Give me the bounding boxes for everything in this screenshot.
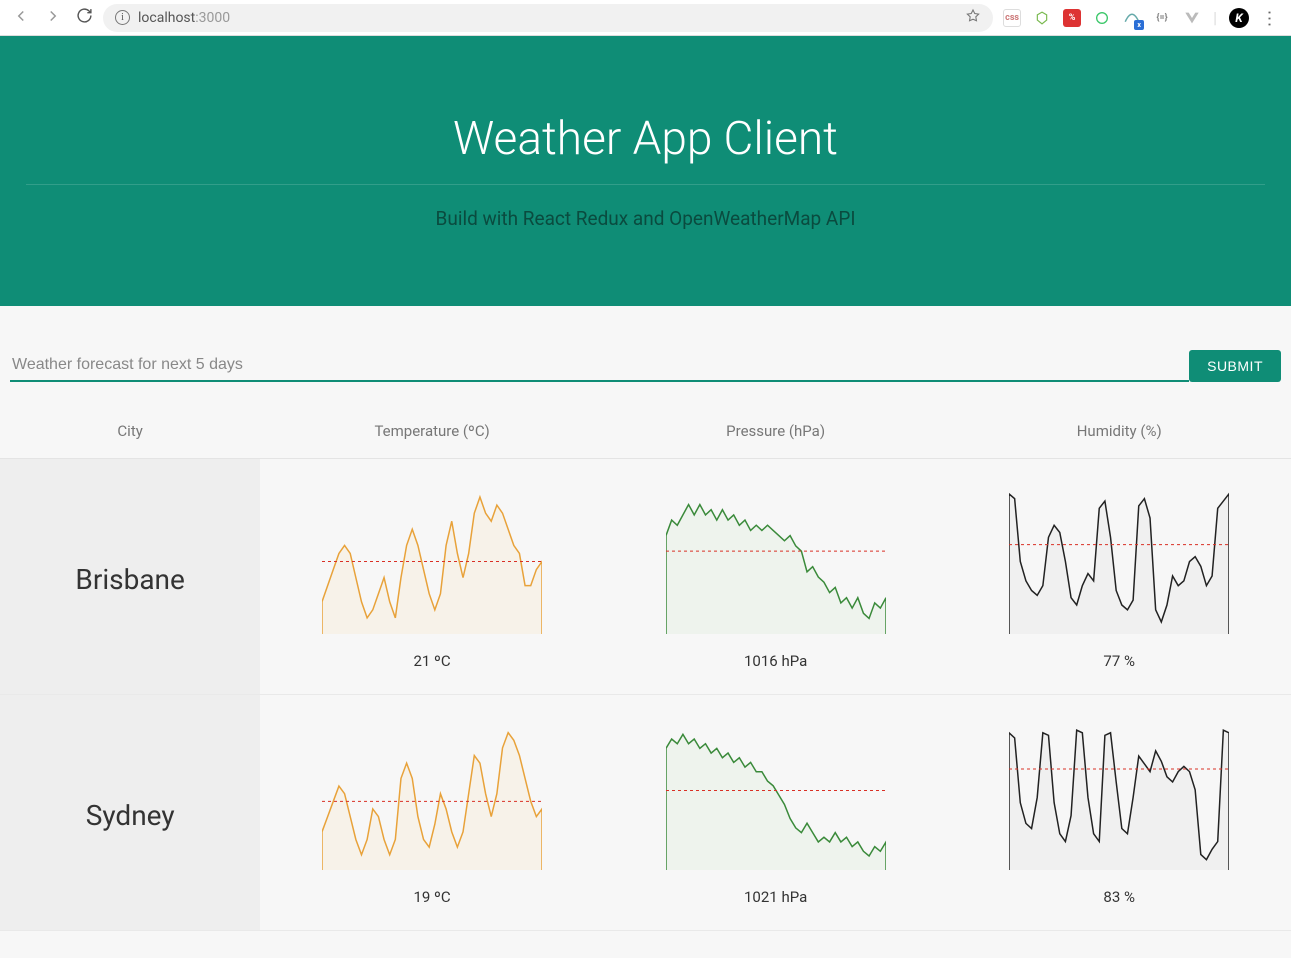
submit-button[interactable]: SUBMIT: [1189, 350, 1281, 382]
avg-temp-label: 21 ºC: [270, 652, 594, 670]
sparkline-humidity: [1009, 489, 1229, 638]
page-title: Weather App Client: [453, 112, 838, 166]
forward-icon[interactable]: [44, 7, 62, 29]
back-icon[interactable]: [12, 7, 30, 29]
page-header: Weather App Client Build with React Redu…: [0, 36, 1291, 306]
extensions-row: css % x {=} | K ⋯: [1003, 7, 1277, 28]
forecast-table: City Temperature (ºC) Pressure (hPa) Hum…: [0, 412, 1291, 931]
avg-pressure-label: 1016 hPa: [614, 652, 938, 670]
browser-menu-icon[interactable]: ⋯: [1259, 10, 1280, 26]
sparkline-pressure: [666, 489, 886, 638]
divider: [26, 184, 1265, 185]
ext-node-icon[interactable]: [1033, 9, 1051, 27]
ext-red-icon[interactable]: %: [1063, 9, 1081, 27]
avg-humidity-label: 77 %: [957, 652, 1281, 670]
ext-k-icon[interactable]: K: [1229, 8, 1249, 28]
city-name: Sydney: [10, 799, 250, 832]
ext-tail-icon[interactable]: x: [1123, 9, 1141, 27]
table-row: Sydney 19 ºC 1021 hPa 83 %: [0, 695, 1291, 931]
ext-css-icon[interactable]: css: [1003, 9, 1021, 27]
avg-pressure-label: 1021 hPa: [614, 888, 938, 906]
col-pressure: Pressure (hPa): [604, 412, 948, 459]
url-host: localhost:3000: [138, 10, 230, 26]
col-city: City: [0, 412, 260, 459]
avg-humidity-label: 83 %: [957, 888, 1281, 906]
col-temperature: Temperature (ºC): [260, 412, 604, 459]
avg-temp-label: 19 ºC: [270, 888, 594, 906]
sparkline-pressure: [666, 725, 886, 874]
col-humidity: Humidity (%): [947, 412, 1291, 459]
reload-icon[interactable]: [76, 7, 93, 29]
ext-green-icon[interactable]: [1093, 9, 1111, 27]
ext-vue-icon[interactable]: [1183, 9, 1201, 27]
search-form: SUBMIT: [10, 350, 1281, 382]
browser-toolbar: i localhost:3000 css % x {=} | K ⋯: [0, 0, 1291, 36]
sparkline-humidity: [1009, 725, 1229, 874]
address-bar[interactable]: i localhost:3000: [103, 4, 993, 32]
sparkline-temp: [322, 725, 542, 874]
page-subtitle: Build with React Redux and OpenWeatherMa…: [436, 207, 856, 230]
search-input[interactable]: [10, 350, 1189, 382]
bookmark-star-icon[interactable]: [965, 8, 981, 28]
table-row: Brisbane 21 ºC 1016 hPa 77 %: [0, 459, 1291, 695]
sparkline-temp: [322, 489, 542, 638]
city-name: Brisbane: [10, 563, 250, 596]
info-icon[interactable]: i: [115, 10, 130, 25]
ext-brace-icon[interactable]: {=}: [1153, 9, 1171, 27]
